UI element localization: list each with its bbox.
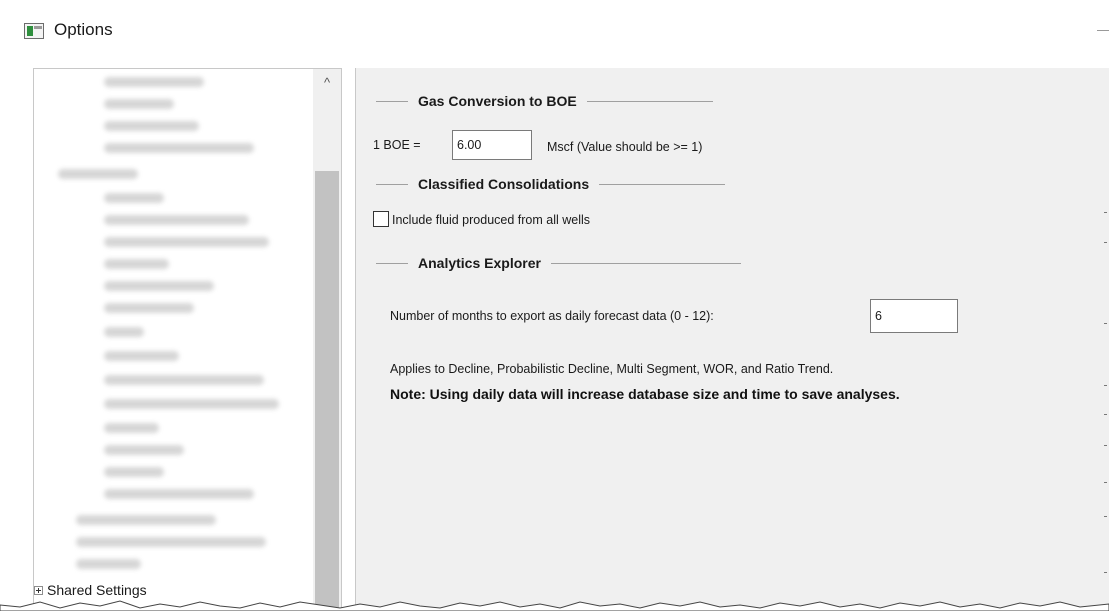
tree-item-blurred[interactable]: [76, 537, 266, 547]
window-title: Options: [54, 20, 113, 39]
tree-item-blurred[interactable]: [104, 399, 279, 409]
section-title: Analytics Explorer: [418, 255, 541, 271]
tree-scrollbar[interactable]: ^: [313, 69, 341, 610]
months-label: Number of months to export as daily fore…: [390, 309, 714, 323]
section-title: Gas Conversion to BOE: [418, 93, 577, 109]
tree-item-blurred[interactable]: [104, 193, 164, 203]
section-title: Classified Consolidations: [418, 176, 590, 192]
months-input[interactable]: [870, 299, 958, 333]
tree-item-blurred[interactable]: [104, 259, 169, 269]
section-divider: [376, 100, 408, 102]
section-divider: [550, 262, 741, 264]
tree-item-blurred[interactable]: [104, 215, 249, 225]
tree-item-blurred[interactable]: [104, 423, 159, 433]
tree-item-blurred[interactable]: [104, 77, 204, 87]
analytics-explorer-section-header: Analytics Explorer: [376, 255, 741, 271]
applies-text: Applies to Decline, Probabilistic Declin…: [390, 362, 834, 376]
tree-item-blurred[interactable]: [76, 559, 141, 569]
include-fluid-checkbox[interactable]: [373, 211, 389, 227]
title-bar: Options: [0, 0, 1109, 62]
torn-edge: [0, 600, 1109, 611]
minimize-hint: [1097, 30, 1109, 31]
include-fluid-label[interactable]: Include fluid produced from all wells: [392, 213, 590, 227]
tree-item-blurred[interactable]: [104, 445, 184, 455]
tree-item-blurred[interactable]: [104, 351, 179, 361]
panel-edge: [1101, 68, 1109, 611]
options-tree[interactable]: Shared Settings ^: [33, 68, 342, 611]
daily-data-note: Note: Using daily data will increase dat…: [390, 386, 900, 402]
tree-item-blurred[interactable]: [104, 467, 164, 477]
classified-consolidations-section-header: Classified Consolidations: [376, 176, 726, 192]
section-divider: [599, 183, 726, 185]
tree-item-blurred[interactable]: [76, 515, 216, 525]
tree-item-blurred[interactable]: [104, 303, 194, 313]
section-divider: [376, 262, 408, 264]
section-divider: [376, 183, 408, 185]
tree-item-blurred[interactable]: [104, 237, 269, 247]
tree-item-blurred[interactable]: [104, 375, 264, 385]
section-divider: [586, 100, 713, 102]
plus-box-icon[interactable]: [34, 585, 43, 595]
scroll-thumb[interactable]: [315, 171, 339, 610]
tree-item-blurred[interactable]: [104, 489, 254, 499]
settings-panel: Gas Conversion to BOE 1 BOE = Mscf (Valu…: [355, 68, 1109, 611]
options-window-icon: [24, 23, 44, 39]
tree-item-blurred[interactable]: [104, 281, 214, 291]
boe-value-input[interactable]: [452, 130, 532, 160]
tree-item-blurred[interactable]: [104, 99, 174, 109]
gas-conversion-section-header: Gas Conversion to BOE: [376, 93, 713, 109]
tree-item-blurred[interactable]: [104, 143, 254, 153]
boe-label: 1 BOE =: [373, 138, 421, 152]
tree-item-blurred[interactable]: [58, 169, 138, 179]
chevron-up-icon[interactable]: ^: [319, 75, 335, 91]
boe-unit-note: Mscf (Value should be >= 1): [547, 140, 703, 154]
tree-item-blurred[interactable]: [104, 327, 144, 337]
tree-item-blurred[interactable]: [104, 121, 199, 131]
